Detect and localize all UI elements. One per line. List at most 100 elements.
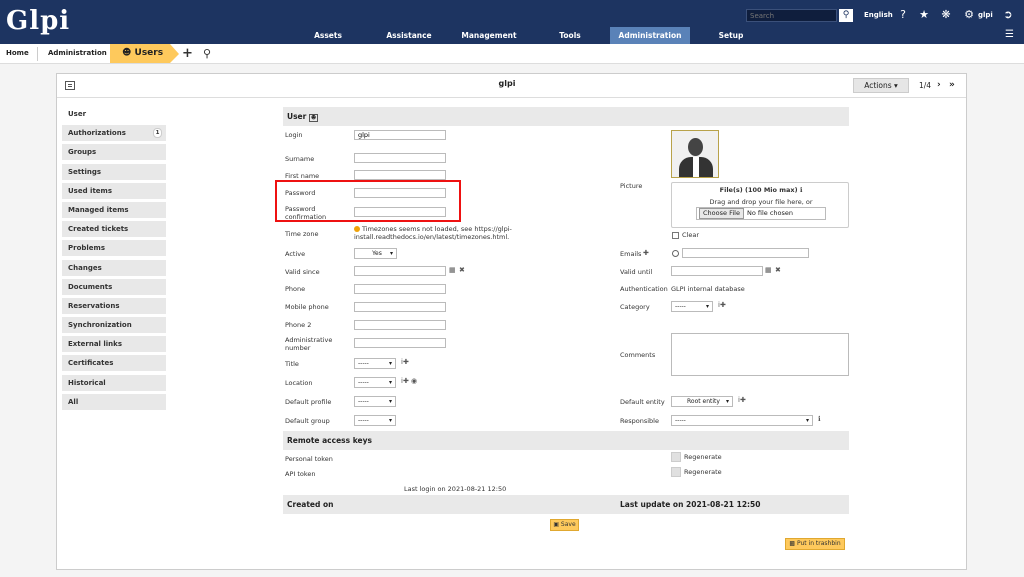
clear-checkbox[interactable] [672,232,679,239]
save-button[interactable]: ▣ Save [550,519,579,531]
record-title: glpi [498,79,516,88]
tab-documents[interactable]: Documents [62,278,166,295]
tab-groups[interactable]: Groups [62,144,166,161]
valid-until-input[interactable] [671,266,763,276]
tab-synchronization[interactable]: Synchronization [62,317,166,334]
tab-list: User Authorizations 1 Groups Settings Use… [62,106,166,413]
tab-used-items[interactable]: Used items [62,182,166,199]
timezone-warning: Timezones seems not loaded, see https://… [354,225,512,241]
regenerate-personal-checkbox[interactable] [671,452,681,462]
language-selector[interactable]: English [864,9,893,22]
contact-card-icon: ☻ [308,114,319,122]
search-icon[interactable]: ⚲ [839,9,853,22]
mobile-input[interactable] [354,302,446,312]
default-profile-select[interactable]: ----- ▾ [354,396,396,407]
valid-since-input[interactable] [354,266,446,276]
phone-input[interactable] [354,284,446,294]
add-icon[interactable]: + [182,44,193,63]
active-select[interactable]: Yes ▾ [354,248,397,259]
category-info-icon[interactable]: i✚ [718,301,726,310]
breadcrumb: Home Administration ☻ Users + ⚲ [0,44,1024,64]
tab-reservations[interactable]: Reservations [62,297,166,314]
menu-tools[interactable]: Tools [548,27,592,44]
hamburger-icon[interactable]: ☰ [1005,29,1014,40]
mobile-label: Mobile phone [285,303,329,311]
bug-icon[interactable]: ❋ [939,7,953,22]
calendar-icon[interactable]: ▦ [449,266,456,275]
regenerate-personal-label: Regenerate [684,453,722,461]
email-default-radio[interactable] [672,250,679,257]
tab-changes[interactable]: Changes [62,259,166,276]
tab-external-links[interactable]: External links [62,336,166,353]
choose-file-button[interactable]: Choose File [699,208,744,219]
tab-created-tickets[interactable]: Created tickets [62,221,166,238]
default-entity-select[interactable]: Root entity ▾ [671,396,733,407]
responsible-info-icon[interactable]: ℹ [818,415,821,424]
admin-number-input[interactable] [354,338,446,348]
star-icon[interactable]: ★ [917,7,931,22]
login-label: Login [285,131,303,139]
email-input[interactable] [682,248,809,258]
regenerate-api-checkbox[interactable] [671,467,681,477]
search-input[interactable] [746,9,837,22]
login-input[interactable] [354,130,446,140]
tab-problems[interactable]: Problems [62,240,166,257]
entity-info-icon[interactable]: i✚ [738,396,746,405]
section-created: Created on Last update on 2021-08-21 12:… [283,495,849,514]
tab-managed-items[interactable]: Managed items [62,201,166,218]
pager-count: 1/4 [919,81,932,90]
file-chooser[interactable]: Choose File No file chosen [696,207,826,220]
menu-assistance[interactable]: Assistance [373,27,445,44]
search-list-icon[interactable]: ⚲ [203,44,211,63]
comments-label: Comments [620,351,656,359]
tab-all[interactable]: All [62,393,166,410]
default-group-select[interactable]: ----- ▾ [354,415,396,426]
menu-setup[interactable]: Setup [708,27,754,44]
responsible-select[interactable]: ----- ▾ [671,415,813,426]
crumb-administration[interactable]: Administration [48,44,107,63]
title-select[interactable]: ----- ▾ [354,358,396,369]
clear-icon[interactable]: ✖ [459,266,465,275]
tab-user[interactable]: User [62,106,166,122]
no-file-text: No file chosen [746,209,793,217]
location-select[interactable]: ----- ▾ [354,377,396,388]
warning-icon [354,226,360,232]
comments-textarea[interactable] [671,333,849,376]
file-drop-zone[interactable]: File(s) (100 Mio max) ℹ Drag and drop yo… [671,182,849,228]
clear-label: Clear [682,231,699,239]
menu-administration[interactable]: Administration [610,27,690,44]
tab-historical[interactable]: Historical [62,374,166,391]
tab-settings[interactable]: Settings [62,163,166,180]
logout-icon[interactable]: ➲ [1001,7,1015,22]
responsible-label: Responsible [620,417,659,425]
actions-button[interactable]: Actions ▾ [853,78,909,93]
crumb-home[interactable]: Home [6,44,29,63]
tab-certificates[interactable]: Certificates [62,355,166,372]
gear-icon[interactable]: ⚙ [962,7,976,22]
clear-until-icon[interactable]: ✖ [775,266,781,275]
phone2-label: Phone 2 [285,321,312,329]
surname-input[interactable] [354,153,446,163]
menu-assets[interactable]: Assets [300,27,356,44]
next-icon[interactable]: › [937,78,941,92]
user-icon: ☻ [122,48,135,58]
menu-management[interactable]: Management [455,27,523,44]
list-icon[interactable] [65,81,75,90]
info-icon[interactable]: i✚ [401,358,409,367]
help-icon[interactable]: ? [896,7,910,22]
drop-text: Drag and drop your file here, or [709,198,813,206]
last-login-text: Last login on 2021-08-21 12:50 [404,485,507,493]
last-icon[interactable]: » [949,78,955,92]
category-select[interactable]: ----- ▾ [671,301,713,312]
crumb-users[interactable]: ☻ Users [110,44,179,63]
tab-authorizations[interactable]: Authorizations 1 [62,125,166,142]
calendar-until-icon[interactable]: ▦ [765,266,772,275]
valid-until-label: Valid until [620,268,653,276]
phone2-input[interactable] [354,320,446,330]
user-menu[interactable]: glpi [978,9,993,22]
location-info-icon[interactable]: i✚ ◉ [401,377,417,386]
add-email-icon[interactable]: ✚ [643,249,649,258]
firstname-input[interactable] [354,170,446,180]
trashbin-button[interactable]: ▩ Put in trashbin [785,538,845,550]
created-on-label: Created on [287,500,334,509]
